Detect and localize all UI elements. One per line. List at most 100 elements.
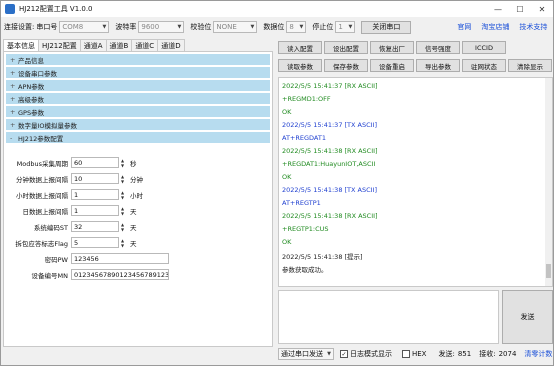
- field-row: 小时数据上报间隔 1 ▲ ▼ 小时: [4, 189, 143, 200]
- log-line: +REGMD1:OFF: [282, 95, 331, 103]
- stopbits-select[interactable]: 1 ▼: [335, 21, 356, 33]
- field-row: 系统编码ST 32 ▲ ▼ 天: [4, 221, 137, 232]
- log-mode-checkbox[interactable]: ✓: [340, 350, 348, 358]
- field-unit: 天: [130, 239, 137, 248]
- spinner-icon[interactable]: ▲ ▼: [119, 189, 126, 200]
- iccid-button[interactable]: ICCID: [462, 41, 506, 54]
- databits-select[interactable]: 8 ▼: [286, 21, 307, 33]
- write-config-button[interactable]: 设出配置: [324, 41, 368, 54]
- close-port-button[interactable]: 关闭串口: [361, 20, 412, 34]
- section-serial-params[interactable]: + 设备串口参数: [6, 67, 270, 78]
- field-row: 密码PW 123456: [4, 253, 169, 264]
- field-unit: 天: [130, 223, 137, 232]
- modbus-period-input[interactable]: 60: [71, 157, 119, 168]
- factory-reset-button[interactable]: 恢复出厂: [370, 41, 414, 54]
- system-code-input[interactable]: 32: [71, 221, 119, 232]
- save-params-button[interactable]: 保存参数: [324, 59, 368, 72]
- field-label: Modbus采集周期: [16, 159, 68, 168]
- log-mode-label: 日志模式显示: [350, 350, 392, 358]
- log-line: +REGTP1:CUS: [282, 225, 329, 233]
- close-icon[interactable]: ✕: [531, 1, 553, 17]
- read-params-button[interactable]: 读取参数: [278, 59, 322, 72]
- tab-bar: 基本信息 HJ212配置 通道A 通道B 通道C 通道D: [3, 39, 185, 52]
- send-mode-select[interactable]: 通过串口发送 ▼: [278, 348, 334, 360]
- section-gps-params[interactable]: + GPS参数: [6, 106, 270, 117]
- export-params-button[interactable]: 导出参数: [416, 59, 460, 72]
- network-status-button[interactable]: 驻网状态: [462, 59, 506, 72]
- tab-hj212[interactable]: HJ212配置: [38, 39, 81, 51]
- password-input[interactable]: 123456: [71, 253, 169, 264]
- send-button[interactable]: 发送: [502, 290, 553, 344]
- tab-channel-a[interactable]: 通道A: [79, 39, 107, 51]
- log-line: 参数获取成功。: [282, 266, 328, 274]
- window-title: HJ212配置工具 V1.0.0: [19, 5, 93, 13]
- clear-count-link[interactable]: 清零计数: [524, 349, 552, 359]
- spinner-icon[interactable]: ▲ ▼: [119, 173, 126, 184]
- day-interval-input[interactable]: 1: [71, 205, 119, 216]
- spinner-icon[interactable]: ▲ ▼: [119, 221, 126, 232]
- recv-label: 接收:: [479, 350, 496, 358]
- send-input[interactable]: [278, 290, 499, 344]
- log-line: 2022/5/5 15:41:38 [RX ASCII]: [282, 212, 378, 220]
- spinner-icon[interactable]: ▲ ▼: [119, 205, 126, 216]
- field-unit: 天: [130, 207, 137, 216]
- status-bar: 通过串口发送 ▼ ✓ 日志模式显示 HEX 发送: 851 接收: 2074 清零…: [278, 347, 554, 361]
- log-line: OK: [282, 173, 292, 181]
- chevron-down-icon: ▼: [299, 24, 304, 30]
- section-apn-params[interactable]: + APN参数: [6, 80, 270, 91]
- app-window: HJ212配置工具 V1.0.0 — ☐ ✕ 连接设置: 串口号 COM8 ▼ 波…: [0, 0, 554, 366]
- baud-select[interactable]: 9600 ▼: [138, 21, 185, 33]
- restart-button[interactable]: 设备重启: [370, 59, 414, 72]
- chevron-down-icon: ▼: [177, 24, 182, 30]
- chevron-down-icon: ▼: [102, 24, 107, 30]
- field-row: 设备编号MN 01234567890123456789​1234: [4, 269, 169, 280]
- log-line: 2022/5/5 15:41:38 [提示]: [282, 253, 363, 261]
- section-io-params[interactable]: + 数字量IO模拟量参数: [6, 119, 270, 130]
- spinner-icon[interactable]: ▲ ▼: [119, 237, 126, 248]
- field-row: Modbus采集周期 60 ▲ ▼ 秒: [4, 157, 137, 168]
- spinner-icon[interactable]: ▲ ▼: [119, 157, 126, 168]
- tab-channel-b[interactable]: 通道B: [105, 39, 133, 51]
- port-select[interactable]: COM8 ▼: [59, 21, 110, 33]
- section-product-info[interactable]: + 产品信息: [6, 54, 270, 65]
- parity-select[interactable]: NONE ▼: [213, 21, 258, 33]
- tab-channel-c[interactable]: 通道C: [131, 39, 159, 51]
- tab-channel-d[interactable]: 通道D: [157, 39, 185, 51]
- log-line: 2022/5/5 15:41:38 [TX ASCII]: [282, 186, 378, 194]
- field-unit: 秒: [130, 159, 137, 168]
- stopbits-label: 停止位: [312, 23, 334, 31]
- hex-label: HEX: [412, 350, 427, 358]
- hex-checkbox[interactable]: [402, 350, 410, 358]
- recv-count: 2074: [498, 350, 517, 358]
- minimize-icon[interactable]: —: [487, 1, 509, 17]
- chevron-down-icon: ▼: [348, 24, 353, 30]
- section-hj212-params[interactable]: - HJ212参数配置: [6, 132, 270, 143]
- databits-label: 数据位: [263, 23, 285, 31]
- hour-interval-input[interactable]: 1: [71, 189, 119, 200]
- scrollbar-thumb[interactable]: [546, 264, 551, 278]
- field-row: 日数据上报间隔 1 ▲ ▼ 天: [4, 205, 137, 216]
- log-output: 2022/5/5 15:41:37 [RX ASCII] +REGMD1:OFF…: [278, 77, 553, 287]
- baud-label: 波特率: [115, 23, 137, 31]
- log-line: AT+REGDAT1: [282, 134, 326, 142]
- sent-count: 851: [457, 350, 472, 358]
- clear-display-button[interactable]: 清除显示: [508, 59, 552, 72]
- connection-toolbar: 连接设置: 串口号 COM8 ▼ 波特率 9600 ▼ 校验位 NONE ▼ 数据位 …: [1, 17, 553, 37]
- maximize-icon[interactable]: ☐: [509, 1, 531, 17]
- field-label: 分钟数据上报间隔: [16, 175, 68, 184]
- support-link[interactable]: 技术支持: [519, 22, 547, 32]
- flag-input[interactable]: 5: [71, 237, 119, 248]
- section-advanced-params[interactable]: + 高级参数: [6, 93, 270, 104]
- field-label: 系统编码ST: [33, 223, 68, 232]
- log-line: OK: [282, 238, 292, 246]
- read-config-button[interactable]: 读入配置: [278, 41, 322, 54]
- minute-interval-input[interactable]: 10: [71, 173, 119, 184]
- device-mn-input[interactable]: 01234567890123456789​1234: [71, 269, 169, 280]
- taobao-link[interactable]: 淘宝店铺: [481, 22, 509, 32]
- field-label: 日数据上报间隔: [22, 207, 69, 216]
- signal-strength-button[interactable]: 信号强度: [416, 41, 460, 54]
- field-label: 拆包应答标志Flag: [15, 239, 68, 248]
- log-scrollbar[interactable]: [545, 78, 552, 286]
- website-link[interactable]: 官网: [457, 22, 471, 32]
- field-unit: 分钟: [130, 175, 143, 184]
